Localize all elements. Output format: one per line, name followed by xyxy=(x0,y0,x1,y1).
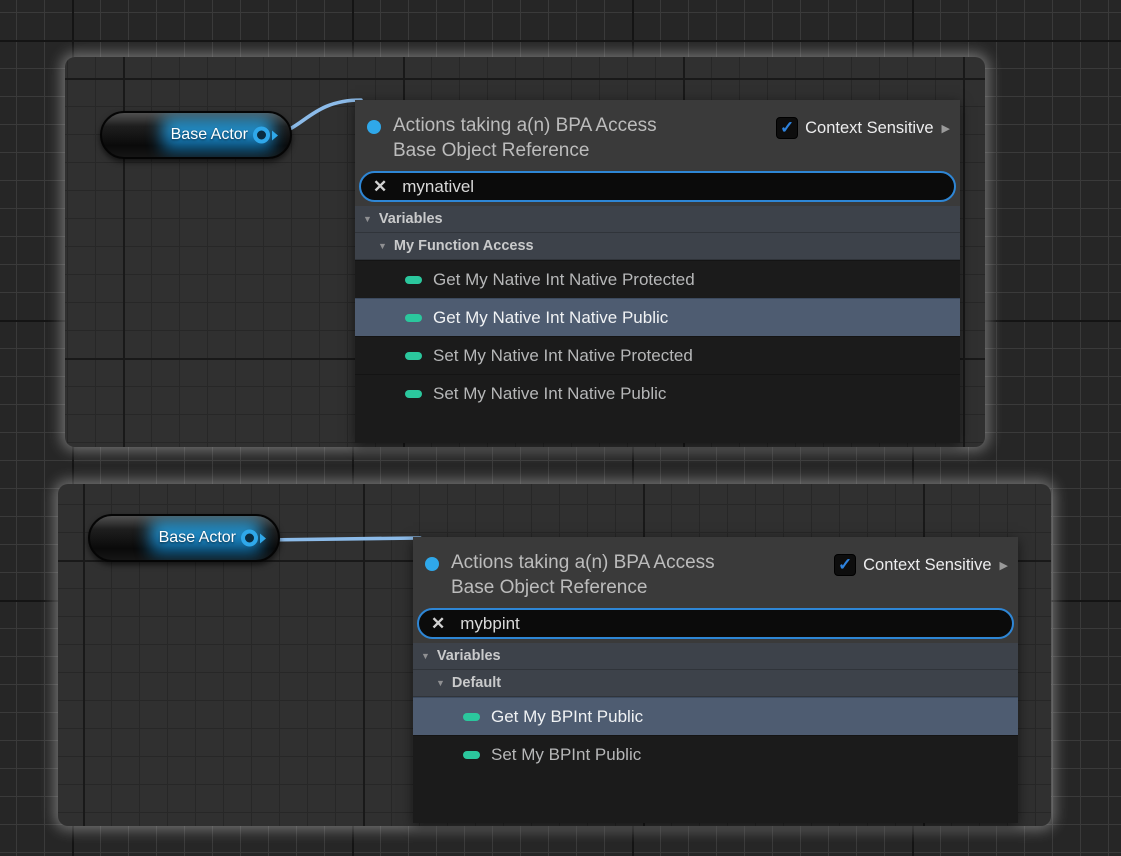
object-output-pin[interactable] xyxy=(241,530,266,547)
context-sensitive-toggle[interactable]: ✓ Context Sensitive ▶ xyxy=(776,117,950,139)
collapse-triangle-icon: ▼ xyxy=(363,214,372,224)
object-pin-icon xyxy=(425,557,439,571)
list-filler xyxy=(355,412,960,443)
pin-ring-icon xyxy=(241,530,258,547)
action-list: ▼ Variables ▼ My Function Access Get My … xyxy=(355,206,960,443)
variable-pill-icon xyxy=(463,751,480,759)
list-item[interactable]: Set My Native Int Native Public xyxy=(355,374,960,412)
node-label: Base Actor xyxy=(171,126,248,144)
object-pin-icon xyxy=(367,120,381,134)
check-icon: ✓ xyxy=(838,556,852,573)
search-input[interactable]: ✕ mybpint xyxy=(417,608,1014,639)
context-sensitive-label: Context Sensitive xyxy=(805,119,933,138)
collapse-triangle-icon: ▼ xyxy=(378,241,387,251)
context-sensitive-toggle[interactable]: ✓ Context Sensitive ▶ xyxy=(834,554,1008,576)
category-row-my-function-access[interactable]: ▼ My Function Access xyxy=(355,233,960,260)
menu-title-line2: Base Object Reference xyxy=(451,577,647,598)
collapse-triangle-icon: ▼ xyxy=(436,678,445,688)
item-label: Set My Native Int Native Protected xyxy=(433,346,693,366)
item-label: Get My BPInt Public xyxy=(491,707,643,727)
variable-pill-icon xyxy=(405,390,422,398)
search-value: mybpint xyxy=(460,614,520,634)
menu-title: Actions taking a(n) BPA Access Base Obje… xyxy=(451,550,834,600)
clear-search-icon[interactable]: ✕ xyxy=(373,178,387,195)
item-label: Set My BPInt Public xyxy=(491,745,641,765)
pin-ring-icon xyxy=(253,127,270,144)
category-row-variables[interactable]: ▼ Variables xyxy=(355,206,960,233)
object-output-pin[interactable] xyxy=(253,127,278,144)
item-label: Get My Native Int Native Protected xyxy=(433,270,695,290)
variable-pill-icon xyxy=(463,713,480,721)
search-row: ✕ mybpint xyxy=(413,606,1018,643)
base-actor-node[interactable]: Base Actor xyxy=(100,111,292,159)
menu-title-line2: Base Object Reference xyxy=(393,140,589,161)
base-actor-node[interactable]: Base Actor xyxy=(88,514,280,562)
blueprint-action-menu: Actions taking a(n) BPA Access Base Obje… xyxy=(355,100,960,443)
item-label: Get My Native Int Native Public xyxy=(433,308,668,328)
search-value: mynativel xyxy=(402,177,474,197)
menu-title-line1: Actions taking a(n) BPA Access xyxy=(393,115,657,136)
list-item-selected[interactable]: Get My BPInt Public xyxy=(413,697,1018,735)
checkbox-icon[interactable]: ✓ xyxy=(776,117,798,139)
search-input[interactable]: ✕ mynativel xyxy=(359,171,956,202)
blueprint-action-menu: Actions taking a(n) BPA Access Base Obje… xyxy=(413,537,1018,823)
graph-panel-top: Base Actor Actions taking a(n) BPA Acces… xyxy=(65,57,985,447)
clear-search-icon[interactable]: ✕ xyxy=(431,615,445,632)
item-label: Set My Native Int Native Public xyxy=(433,384,666,404)
category-row-default[interactable]: ▼ Default xyxy=(413,670,1018,697)
check-icon: ✓ xyxy=(780,119,794,136)
node-label: Base Actor xyxy=(159,529,236,547)
context-sensitive-label: Context Sensitive xyxy=(863,556,991,575)
category-label: Variables xyxy=(437,648,501,664)
list-filler xyxy=(413,773,1018,823)
search-row: ✕ mynativel xyxy=(355,169,960,206)
pin-wedge-icon xyxy=(260,533,266,543)
menu-title: Actions taking a(n) BPA Access Base Obje… xyxy=(393,113,776,163)
subcategory-label: My Function Access xyxy=(394,238,534,254)
variable-pill-icon xyxy=(405,352,422,360)
subcategory-label: Default xyxy=(452,675,501,691)
submenu-arrow-icon[interactable]: ▶ xyxy=(1000,559,1008,572)
menu-title-line1: Actions taking a(n) BPA Access xyxy=(451,552,715,573)
list-item[interactable]: Set My Native Int Native Protected xyxy=(355,336,960,374)
menu-header: Actions taking a(n) BPA Access Base Obje… xyxy=(355,100,960,169)
variable-pill-icon xyxy=(405,314,422,322)
collapse-triangle-icon: ▼ xyxy=(421,651,430,661)
submenu-arrow-icon[interactable]: ▶ xyxy=(942,122,950,135)
menu-header: Actions taking a(n) BPA Access Base Obje… xyxy=(413,537,1018,606)
checkbox-icon[interactable]: ✓ xyxy=(834,554,856,576)
category-row-variables[interactable]: ▼ Variables xyxy=(413,643,1018,670)
variable-pill-icon xyxy=(405,276,422,284)
action-list: ▼ Variables ▼ Default Get My BPInt Publi… xyxy=(413,643,1018,823)
list-item-selected[interactable]: Get My Native Int Native Public xyxy=(355,298,960,336)
list-item[interactable]: Set My BPInt Public xyxy=(413,735,1018,773)
graph-panel-bottom: Base Actor Actions taking a(n) BPA Acces… xyxy=(58,484,1051,826)
list-item[interactable]: Get My Native Int Native Protected xyxy=(355,260,960,298)
pin-wedge-icon xyxy=(272,130,278,140)
category-label: Variables xyxy=(379,211,443,227)
